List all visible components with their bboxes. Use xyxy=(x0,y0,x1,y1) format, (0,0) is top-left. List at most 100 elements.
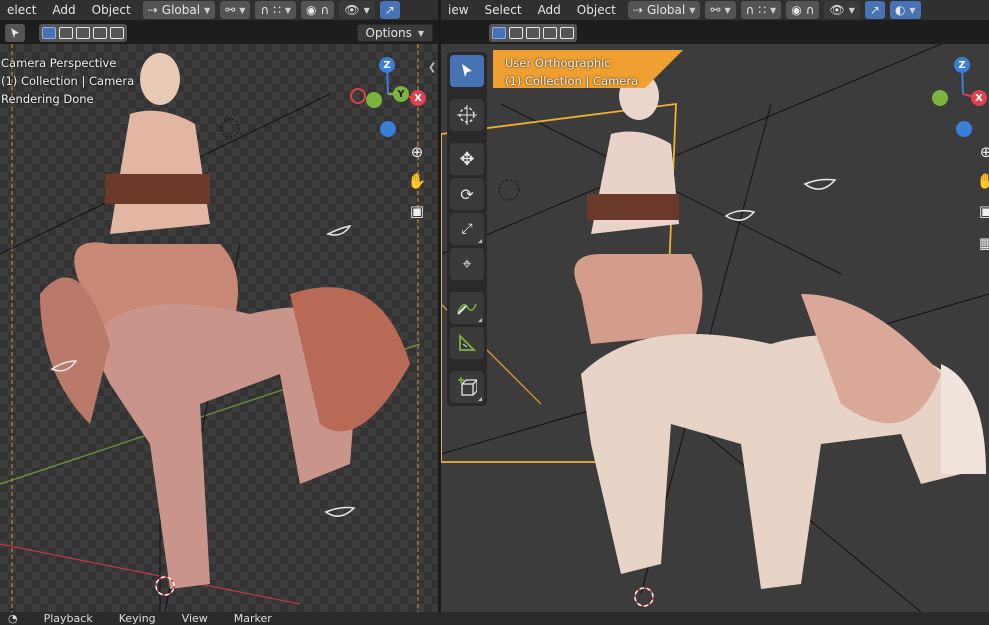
chevron-down-icon: ▼ xyxy=(909,5,916,15)
pivot-point-dropdown[interactable]: ⚯ ▼ xyxy=(705,1,736,19)
cursor-tool[interactable] xyxy=(450,99,484,131)
falloff-icon: ∩ xyxy=(320,3,330,17)
menu-add[interactable]: Add xyxy=(531,0,568,20)
x-axis-icon[interactable]: X xyxy=(410,90,426,106)
transform-orientation-label: Global xyxy=(646,3,686,17)
navigation-gizmo[interactable]: Z Y X xyxy=(350,56,430,137)
select-subtract-icon[interactable] xyxy=(526,27,540,39)
falloff-icon: ∩ xyxy=(805,3,815,17)
collection-info: (1) Collection | Camera xyxy=(505,74,639,88)
select-box-icon xyxy=(462,64,472,77)
select-invert-icon[interactable] xyxy=(93,27,107,39)
transform-tool[interactable]: ⌖ xyxy=(450,248,484,280)
add-cube-icon xyxy=(458,377,477,396)
cursor-icon xyxy=(457,105,477,125)
transform-pivot-icon: ⚯ xyxy=(225,3,236,17)
left-header: elect Add Object ⇢ Global ▼ ⚯ ▼ ∩ ∷ ▼ ◉ … xyxy=(0,0,438,20)
proportional-editing-dropdown[interactable]: ◉ ∩ xyxy=(786,1,820,19)
options-label: Options xyxy=(365,26,412,40)
menu-object[interactable]: Object xyxy=(85,0,138,20)
chevron-down-icon: ▼ xyxy=(363,5,370,15)
right-header: iew Select Add Object ⇢ Global ▼ ⚯ ▼ ∩ ∷… xyxy=(441,0,989,20)
select-new-icon[interactable] xyxy=(42,27,56,39)
move-icon: ✥ xyxy=(459,148,475,170)
zoom-icon[interactable]: ⊕ xyxy=(404,139,430,165)
gizmo-toggle[interactable]: ↗ xyxy=(379,1,400,19)
visibility-dropdown[interactable]: 👁 ▼ xyxy=(339,1,375,19)
select-new-icon[interactable] xyxy=(492,27,506,39)
pan-hand-icon[interactable]: ✋ xyxy=(404,168,430,194)
z-axis-icon[interactable]: Z xyxy=(954,57,970,73)
neg-z-axis-icon[interactable] xyxy=(956,121,972,137)
chevron-down-icon: ▼ xyxy=(770,5,777,15)
user-viewport[interactable] xyxy=(441,44,989,612)
menu-playback[interactable]: Playback xyxy=(44,612,93,625)
x-axis-icon[interactable]: X xyxy=(971,90,987,106)
chevron-down-icon: ▼ xyxy=(689,5,696,15)
orientation-icon: ⇢ xyxy=(147,3,158,17)
proportional-editing-icon: ◉ xyxy=(791,3,802,17)
select-tool-button[interactable] xyxy=(5,24,25,42)
menu-add[interactable]: Add xyxy=(45,0,82,20)
add-cube-tool[interactable] xyxy=(450,371,484,403)
navigation-gizmo[interactable]: Z X xyxy=(931,56,989,137)
menu-marker[interactable]: Marker xyxy=(234,612,272,625)
camera-view-icon[interactable]: ▣ xyxy=(404,198,430,224)
neg-x-axis-icon[interactable] xyxy=(350,88,366,104)
left-viewport-pane: elect Add Object ⇢ Global ▼ ⚯ ▼ ∩ ∷ ▼ ◉ … xyxy=(0,0,438,612)
move-tool[interactable]: ✥ xyxy=(450,143,484,175)
options-dropdown[interactable]: Options ▼ xyxy=(356,24,433,42)
select-box-tool[interactable] xyxy=(450,55,484,87)
proportional-editing-dropdown[interactable]: ◉ ∩ xyxy=(301,1,335,19)
timeline-editor-icon[interactable]: ◔ xyxy=(8,612,18,625)
menu-select[interactable]: elect xyxy=(0,0,43,20)
tool-separator xyxy=(450,362,484,368)
select-mode-group xyxy=(489,24,577,42)
transform-pivot-icon: ⚯ xyxy=(710,3,721,17)
select-intersect-icon[interactable] xyxy=(110,27,124,39)
select-intersect-icon[interactable] xyxy=(560,27,574,39)
chevron-down-icon: ▼ xyxy=(239,5,246,15)
snap-icon: ∩ xyxy=(745,3,755,17)
scale-tool[interactable]: ⤢ xyxy=(450,213,484,245)
menu-select[interactable]: Select xyxy=(478,0,529,20)
tool-shelf: ✥ ⟳ ⤢ ⌖ xyxy=(447,52,487,406)
chevron-down-icon: ▼ xyxy=(417,28,424,38)
snap-dropdown[interactable]: ∩ ∷ ▼ xyxy=(740,1,782,19)
right-subheader xyxy=(441,22,989,44)
transform-orientation-dropdown[interactable]: ⇢ Global ▼ xyxy=(142,1,216,19)
select-extend-icon[interactable] xyxy=(59,27,73,39)
measure-tool[interactable] xyxy=(450,327,484,359)
rotate-tool[interactable]: ⟳ xyxy=(450,178,484,210)
tool-separator xyxy=(450,283,484,289)
menu-keying[interactable]: Keying xyxy=(119,612,156,625)
neg-y-axis-icon[interactable] xyxy=(932,90,948,106)
chevron-down-icon: ▼ xyxy=(284,5,292,15)
gizmo-toggle[interactable]: ↗ xyxy=(864,1,885,19)
select-extend-icon[interactable] xyxy=(509,27,523,39)
snap-increment-icon: ∷ xyxy=(758,3,767,17)
chevron-down-icon: ▼ xyxy=(724,5,731,15)
scale-icon: ⤢ xyxy=(461,221,473,237)
snap-dropdown[interactable]: ∩ ∷ ▼ xyxy=(255,1,297,19)
select-invert-icon[interactable] xyxy=(543,27,557,39)
select-subtract-icon[interactable] xyxy=(76,27,90,39)
menu-view[interactable]: iew xyxy=(441,0,476,20)
transform-orientation-dropdown[interactable]: ⇢ Global ▼ xyxy=(627,1,701,19)
visibility-dropdown[interactable]: 👁 ▼ xyxy=(824,1,860,19)
annotate-tool[interactable] xyxy=(450,292,484,324)
sidebar-toggle-icon[interactable]: ❮ xyxy=(428,62,436,73)
viewport-info-text: Camera Perspective (1) Collection | Came… xyxy=(1,54,134,108)
neg-y-axis-icon[interactable] xyxy=(366,92,382,108)
z-axis-icon[interactable]: Z xyxy=(379,57,395,73)
overlays-icon: ◐ xyxy=(894,3,906,17)
y-axis-icon[interactable]: Y xyxy=(393,86,409,102)
menu-object[interactable]: Object xyxy=(570,0,623,20)
menu-view[interactable]: View xyxy=(182,612,208,625)
overlays-toggle[interactable]: ◐ ▼ xyxy=(889,1,921,19)
viewport-scene-right xyxy=(441,44,989,612)
pivot-point-dropdown[interactable]: ⚯ ▼ xyxy=(220,1,251,19)
chevron-down-icon: ▼ xyxy=(204,5,211,15)
neg-z-axis-icon[interactable] xyxy=(380,121,396,137)
viewport-info-text: User Orthographic (1) Collection | Camer… xyxy=(505,54,638,90)
